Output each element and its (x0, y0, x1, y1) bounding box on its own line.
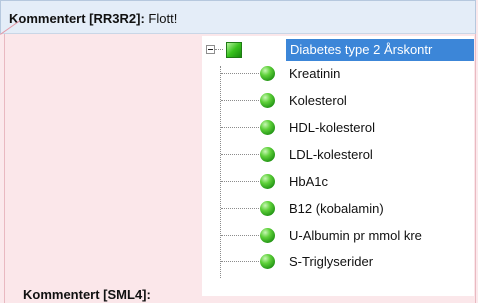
tree-connector (221, 208, 259, 209)
green-ball-icon (260, 120, 275, 135)
tree-root[interactable]: Diabetes type 2 Årskontr (202, 38, 474, 62)
tree-connector (221, 181, 259, 182)
green-ball-icon (260, 174, 275, 189)
tree-item-label: B12 (kobalamin) (289, 201, 384, 216)
tree-item-label: HbA1c (289, 174, 329, 189)
tree-item-label: Kreatinin (289, 66, 341, 81)
comment-author: Kommentert [RR3R2]: (9, 11, 145, 26)
comment-rr3r2: Kommentert [RR3R2]: Flott! (0, 0, 476, 34)
tree-item[interactable]: B12 (kobalamin) (202, 197, 474, 221)
tree-connector (221, 127, 259, 128)
tree-item[interactable]: LDL-kolesterol (202, 143, 474, 167)
tree-connector (221, 235, 259, 236)
tree-item[interactable]: Kreatinin (202, 62, 474, 86)
tree-item-label: HDL-kolesterol (289, 120, 375, 135)
tree-connector (221, 73, 259, 74)
tree-item[interactable]: HDL-kolesterol (202, 116, 474, 140)
comment-sml4-author: Kommentert [SML4]: (23, 287, 151, 302)
green-ball-icon (260, 201, 275, 216)
tree-item-label: LDL-kolesterol (289, 147, 373, 162)
green-ball-icon (260, 66, 275, 81)
green-ball-icon (260, 147, 275, 162)
tree-item-label: U-Albumin pr mmol kre (289, 228, 422, 243)
lab-tree: Diabetes type 2 Årskontr Kreatinin Koles… (202, 36, 474, 296)
tree-connector (221, 100, 259, 101)
tree-item[interactable]: HbA1c (202, 170, 474, 194)
tree-item[interactable]: S-Triglyserider (202, 250, 474, 274)
green-ball-icon (260, 228, 275, 243)
tree-connector (221, 261, 259, 262)
tree-connector-stub (215, 49, 223, 50)
comment-rr3r2-text: Kommentert [RR3R2]: Flott! (9, 11, 177, 26)
comment-body: Flott! (144, 11, 178, 26)
collapse-icon[interactable] (206, 45, 215, 54)
tree-root-label[interactable]: Diabetes type 2 Årskontr (286, 39, 474, 61)
tree-connector (221, 154, 259, 155)
tree-item[interactable]: Kolesterol (202, 89, 474, 113)
tree-item-label: S-Triglyserider (289, 254, 374, 269)
tree-item[interactable]: U-Albumin pr mmol kre (202, 224, 474, 248)
green-square-icon (226, 42, 242, 58)
green-ball-icon (260, 93, 275, 108)
green-ball-icon (260, 254, 275, 269)
tree-item-label: Kolesterol (289, 93, 347, 108)
